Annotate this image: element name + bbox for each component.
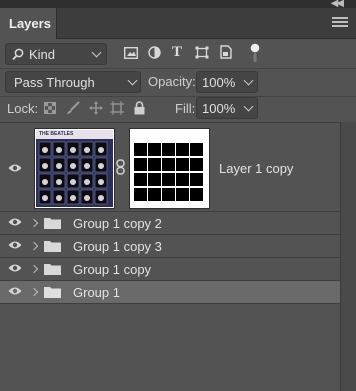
separator xyxy=(0,68,356,69)
layer-name[interactable]: Group 1 xyxy=(73,285,120,300)
chevron-down-icon xyxy=(127,75,138,86)
lock-position-icon[interactable] xyxy=(89,101,103,115)
chevron-down-icon xyxy=(91,47,102,58)
layer-thumbnail: THE BEATLES xyxy=(34,128,115,209)
album-header-text: THE BEATLES xyxy=(36,130,113,139)
panel-menu-icon[interactable] xyxy=(332,17,348,29)
folder-icon xyxy=(44,287,61,298)
layer-row-group-1-copy-2[interactable]: Group 1 copy 2 xyxy=(0,212,340,235)
album-face-grid xyxy=(38,141,108,205)
layer-row-group-1-copy-3[interactable]: Group 1 copy 3 xyxy=(0,235,340,258)
eye-icon[interactable] xyxy=(8,217,22,227)
shape-filter-icon[interactable] xyxy=(195,46,209,59)
fill-input[interactable]: 100% xyxy=(196,97,258,119)
opacity-value: 100% xyxy=(202,75,236,90)
layer-mask-thumbnail[interactable] xyxy=(129,128,210,209)
mask-grid xyxy=(134,143,203,201)
tab-bar: Layers xyxy=(0,8,356,39)
lock-pixels-icon[interactable] xyxy=(66,101,80,115)
image-filter-icon[interactable] xyxy=(124,47,138,59)
opacity-label: Opacity: xyxy=(148,74,196,89)
eye-icon[interactable] xyxy=(8,163,22,173)
chevron-down-icon xyxy=(243,75,254,86)
panel-top-strip: ◀◀ xyxy=(0,0,356,9)
expand-arrow-icon[interactable] xyxy=(29,287,39,297)
eye-icon[interactable] xyxy=(8,286,22,296)
layer-row-layer-1-copy[interactable]: THE BEATLES Layer 1 copy xyxy=(0,122,340,212)
filter-toggle-icon[interactable] xyxy=(250,43,260,63)
lock-label: Lock: xyxy=(7,101,39,116)
layers-panel: ◀◀ Layers Kind T Pass Through Opacity: 1… xyxy=(0,0,356,391)
layers-scrollbar[interactable] xyxy=(340,122,356,391)
layer-name[interactable]: Group 1 copy xyxy=(73,262,151,277)
album-cover-image: THE BEATLES xyxy=(36,130,113,207)
expand-arrow-icon[interactable] xyxy=(29,241,39,251)
layer-row-group-1[interactable]: Group 1 xyxy=(0,281,340,304)
layer-row-group-1-copy[interactable]: Group 1 copy xyxy=(0,258,340,281)
mask-link-icon[interactable] xyxy=(116,159,125,175)
layer-name[interactable]: Layer 1 copy xyxy=(219,161,293,176)
lock-transparent-icon[interactable] xyxy=(44,102,56,114)
adjustment-filter-icon[interactable] xyxy=(148,46,161,59)
layer-name[interactable]: Group 1 copy 3 xyxy=(73,239,162,254)
eye-icon[interactable] xyxy=(8,263,22,273)
folder-icon xyxy=(44,218,61,229)
lock-all-icon[interactable] xyxy=(134,101,145,115)
eye-icon[interactable] xyxy=(8,240,22,250)
fill-label: Fill: xyxy=(175,101,196,116)
blend-mode-value: Pass Through xyxy=(14,75,95,90)
expand-arrow-icon[interactable] xyxy=(29,218,39,228)
tab-layers[interactable]: Layers xyxy=(0,8,57,39)
layer-name[interactable]: Group 1 copy 2 xyxy=(73,216,162,231)
kind-filter-label: Kind xyxy=(29,47,56,62)
blend-mode-dropdown[interactable]: Pass Through xyxy=(5,71,141,93)
fill-value: 100% xyxy=(202,101,236,116)
tab-layers-label: Layers xyxy=(9,16,51,31)
chevron-down-icon xyxy=(243,101,254,112)
lock-artboard-icon[interactable] xyxy=(110,101,124,115)
separator xyxy=(0,96,356,97)
expand-arrow-icon[interactable] xyxy=(29,264,39,274)
search-icon xyxy=(12,48,24,61)
smart-object-filter-icon[interactable] xyxy=(220,45,232,59)
kind-filter-dropdown[interactable]: Kind xyxy=(5,43,107,65)
folder-icon xyxy=(44,241,61,252)
folder-icon xyxy=(44,264,61,275)
opacity-input[interactable]: 100% xyxy=(196,71,258,93)
type-filter-icon[interactable]: T xyxy=(172,44,182,61)
